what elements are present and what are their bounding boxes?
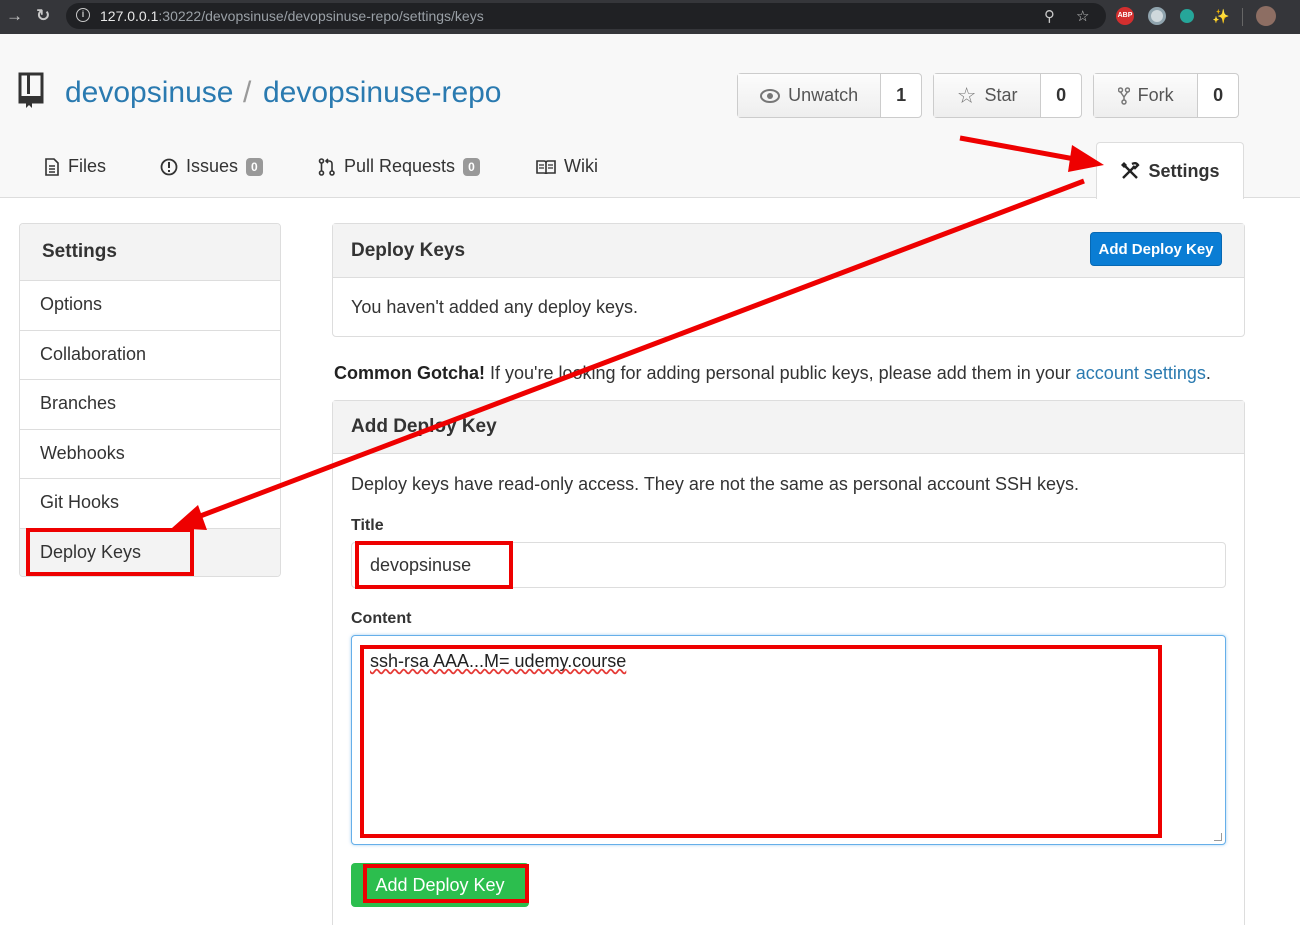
tab-files[interactable]: Files [44, 156, 106, 177]
sidebar-item-collaboration[interactable]: Collaboration [20, 331, 280, 381]
stars-count[interactable]: 0 [1041, 74, 1081, 117]
tab-files-label: Files [68, 156, 107, 176]
repo-book-icon [18, 72, 44, 108]
file-icon [45, 157, 59, 176]
pull-request-icon [318, 157, 335, 176]
sidebar-item-git-hooks[interactable]: Git Hooks [20, 479, 280, 529]
extension-circle-icon[interactable] [1148, 7, 1166, 25]
fork-label: Fork [1137, 85, 1174, 105]
fork-button[interactable]: Fork [1094, 74, 1199, 117]
eye-icon [760, 88, 781, 103]
title-label: Title [351, 517, 384, 534]
star-icon: ☆ [956, 82, 977, 108]
repo-separator: / [243, 76, 252, 109]
pulls-count-badge: 0 [463, 157, 480, 176]
annotation-box-title [355, 541, 513, 589]
add-deploy-key-header-button[interactable]: Add Deploy Key [1090, 232, 1222, 266]
common-gotcha-note: Common Gotcha! If you're looking for add… [334, 363, 1211, 384]
deploy-keys-header: Deploy Keys Add Deploy Key [333, 224, 1244, 278]
extension-teal-icon[interactable] [1180, 9, 1194, 23]
annotation-box-submit [363, 864, 529, 903]
zoom-icon[interactable]: ⚲ [1044, 7, 1055, 25]
tab-settings[interactable]: Settings [1096, 142, 1244, 199]
arrow-right-icon[interactable]: → [6, 6, 23, 26]
sidebar-item-branches[interactable]: Branches [20, 380, 280, 430]
toolbar-divider [1242, 8, 1243, 26]
forks-count[interactable]: 0 [1198, 74, 1238, 117]
fork-icon [1117, 86, 1130, 105]
sidebar-title: Settings [20, 224, 280, 281]
resize-grip-icon[interactable] [1214, 833, 1222, 841]
issue-icon [160, 158, 178, 175]
address-bar[interactable]: i 127.0.0.1:30222/devopsinuse/devopsinus… [66, 3, 1106, 29]
deploy-keys-panel: Deploy Keys Add Deploy Key You haven't a… [332, 223, 1245, 337]
tab-pull-requests[interactable]: Pull Requests 0 [318, 156, 480, 177]
gotcha-bold: Common Gotcha! [334, 363, 485, 383]
star-button-group: ☆ Star 0 [933, 73, 1082, 118]
bookmark-star-icon[interactable]: ☆ [1076, 7, 1089, 25]
gotcha-text: If you're looking for adding personal pu… [485, 363, 1076, 383]
url-text: 127.0.0.1:30222/devopsinuse/devopsinuse-… [100, 8, 484, 24]
tab-issues-label: Issues [186, 156, 239, 176]
star-button[interactable]: ☆ Star [934, 74, 1042, 117]
reload-icon[interactable]: ↻ [36, 6, 50, 26]
tab-settings-label: Settings [1148, 160, 1220, 181]
tab-issues[interactable]: Issues 0 [160, 156, 263, 177]
deploy-keys-empty-text: You haven't added any deploy keys. [351, 297, 638, 317]
watch-button-group: Unwatch 1 [737, 73, 922, 118]
fork-button-group: Fork 0 [1093, 73, 1239, 118]
repo-owner-link[interactable]: devopsinuse [65, 76, 233, 110]
extension-drop-icon[interactable]: ✨ [1212, 7, 1230, 25]
sidebar-item-webhooks[interactable]: Webhooks [20, 430, 280, 480]
sidebar-item-options[interactable]: Options [20, 281, 280, 331]
repo-header: devopsinuse / devopsinuse-repo Unwatch 1… [0, 34, 1300, 199]
account-settings-link[interactable]: account settings [1076, 363, 1206, 383]
add-deploy-key-description: Deploy keys have read-only access. They … [351, 474, 1080, 494]
tab-wiki[interactable]: Wiki [536, 156, 598, 177]
info-icon[interactable]: i [76, 8, 90, 22]
repo-name-link[interactable]: devopsinuse-repo [263, 76, 502, 110]
tab-wiki-label: Wiki [564, 156, 598, 176]
settings-sidebar: Settings Options Collaboration Branches … [19, 223, 281, 577]
unwatch-label: Unwatch [788, 85, 859, 105]
star-label: Star [984, 85, 1018, 105]
deploy-keys-title: Deploy Keys [351, 240, 466, 261]
add-deploy-key-title: Add Deploy Key [333, 401, 1244, 454]
content-label: Content [351, 610, 412, 627]
annotation-box-content [360, 645, 1162, 838]
issues-count-badge: 0 [246, 157, 263, 176]
tools-icon [1121, 162, 1141, 179]
tab-pulls-label: Pull Requests [344, 156, 456, 176]
annotation-box-deploy-keys [26, 528, 194, 576]
unwatch-button[interactable]: Unwatch [738, 74, 882, 117]
watchers-count[interactable]: 1 [881, 74, 921, 117]
adblock-extension-icon[interactable]: ABP [1116, 7, 1134, 25]
gotcha-end: . [1205, 363, 1211, 383]
browser-toolbar: → ↻ i 127.0.0.1:30222/devopsinuse/devops… [0, 0, 1300, 34]
profile-avatar[interactable] [1256, 6, 1276, 26]
wiki-book-icon [536, 159, 556, 174]
